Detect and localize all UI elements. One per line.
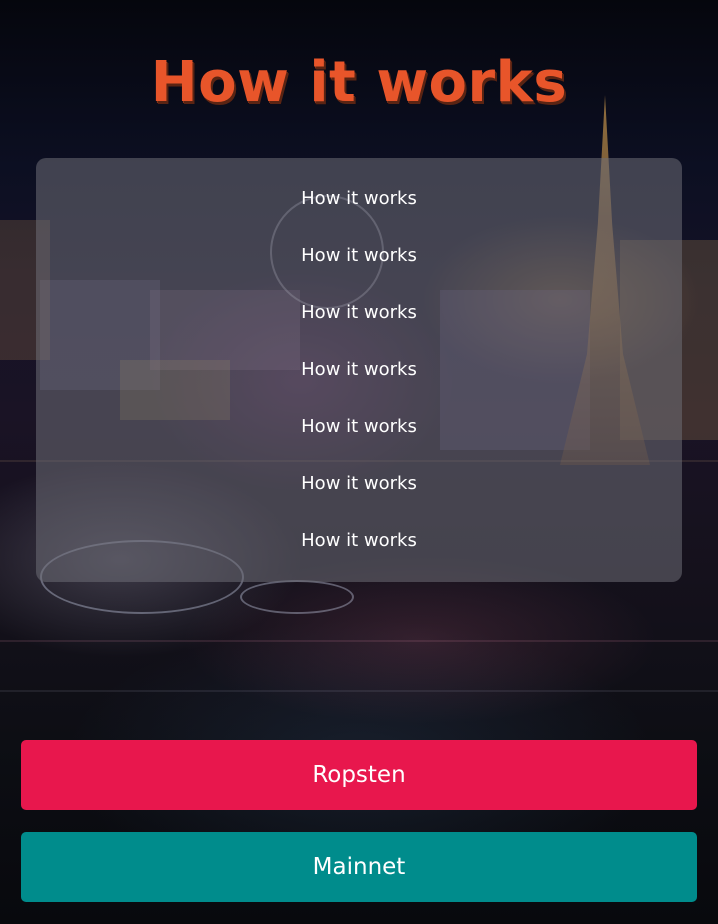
step-item: How it works <box>301 359 417 380</box>
step-item: How it works <box>301 416 417 437</box>
step-item: How it works <box>301 473 417 494</box>
how-it-works-panel: How it works How it works How it works H… <box>36 158 682 582</box>
page-title: How it works <box>150 50 568 115</box>
step-item: How it works <box>301 188 417 209</box>
mainnet-button[interactable]: Mainnet <box>21 832 697 902</box>
step-item: How it works <box>301 245 417 266</box>
step-item: How it works <box>301 530 417 551</box>
step-item: How it works <box>301 302 417 323</box>
ropsten-button[interactable]: Ropsten <box>21 740 697 810</box>
